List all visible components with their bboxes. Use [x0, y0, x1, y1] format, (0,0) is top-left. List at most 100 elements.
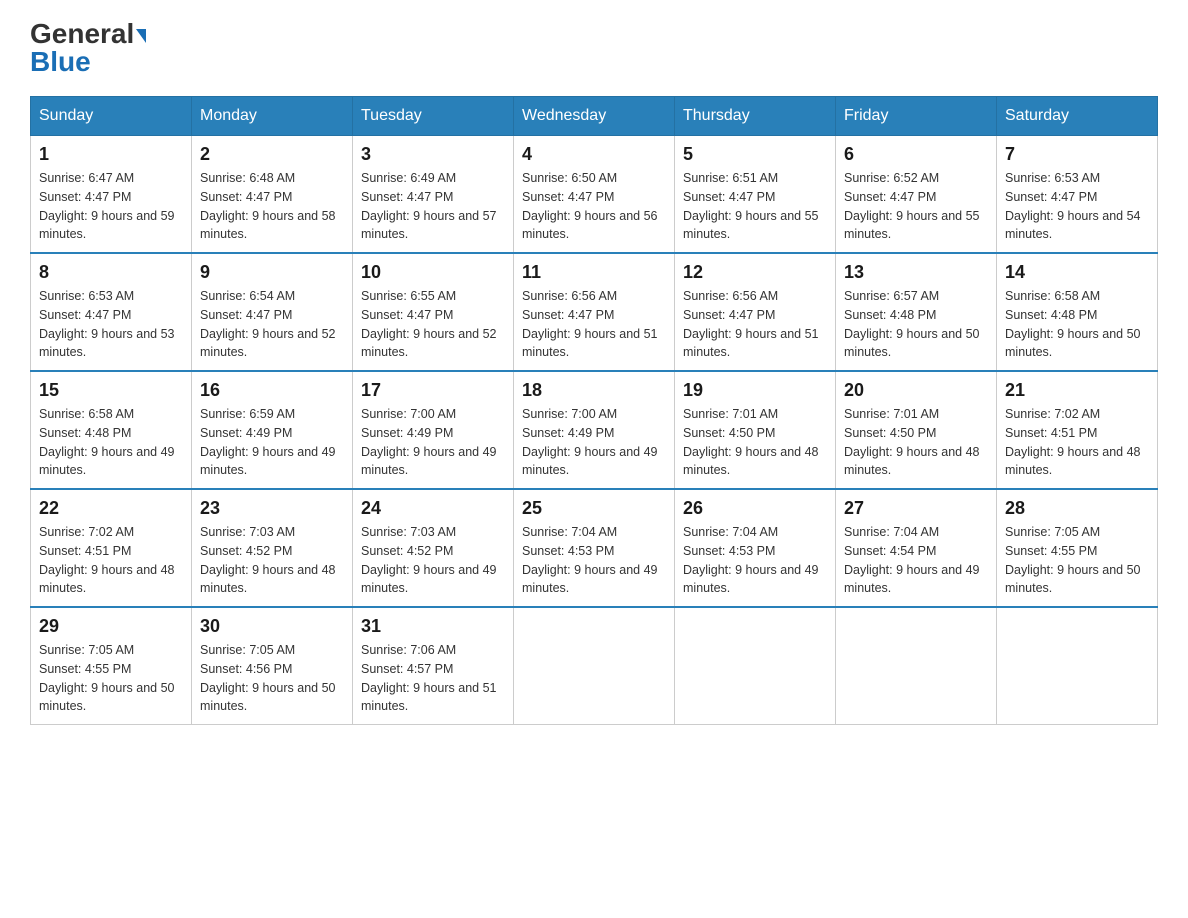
- day-of-week-header: Wednesday: [514, 97, 675, 136]
- calendar-cell: 8 Sunrise: 6:53 AM Sunset: 4:47 PM Dayli…: [31, 253, 192, 371]
- day-number: 29: [39, 616, 183, 637]
- day-number: 4: [522, 144, 666, 165]
- calendar-cell: 24 Sunrise: 7:03 AM Sunset: 4:52 PM Dayl…: [353, 489, 514, 607]
- calendar-cell: 14 Sunrise: 6:58 AM Sunset: 4:48 PM Dayl…: [997, 253, 1158, 371]
- calendar-header-row: SundayMondayTuesdayWednesdayThursdayFrid…: [31, 97, 1158, 136]
- day-info: Sunrise: 6:51 AM Sunset: 4:47 PM Dayligh…: [683, 169, 827, 244]
- calendar-cell: [997, 607, 1158, 725]
- calendar-table: SundayMondayTuesdayWednesdayThursdayFrid…: [30, 96, 1158, 725]
- calendar-cell: 4 Sunrise: 6:50 AM Sunset: 4:47 PM Dayli…: [514, 136, 675, 254]
- page-header: General Blue: [30, 20, 1158, 76]
- day-number: 5: [683, 144, 827, 165]
- day-info: Sunrise: 6:59 AM Sunset: 4:49 PM Dayligh…: [200, 405, 344, 480]
- day-number: 12: [683, 262, 827, 283]
- calendar-cell: 15 Sunrise: 6:58 AM Sunset: 4:48 PM Dayl…: [31, 371, 192, 489]
- day-number: 15: [39, 380, 183, 401]
- calendar-cell: 31 Sunrise: 7:06 AM Sunset: 4:57 PM Dayl…: [353, 607, 514, 725]
- calendar-cell: 20 Sunrise: 7:01 AM Sunset: 4:50 PM Dayl…: [836, 371, 997, 489]
- calendar-cell: 13 Sunrise: 6:57 AM Sunset: 4:48 PM Dayl…: [836, 253, 997, 371]
- calendar-cell: [675, 607, 836, 725]
- day-number: 3: [361, 144, 505, 165]
- calendar-week-row: 8 Sunrise: 6:53 AM Sunset: 4:47 PM Dayli…: [31, 253, 1158, 371]
- day-info: Sunrise: 7:05 AM Sunset: 4:55 PM Dayligh…: [39, 641, 183, 716]
- day-info: Sunrise: 7:05 AM Sunset: 4:56 PM Dayligh…: [200, 641, 344, 716]
- day-of-week-header: Saturday: [997, 97, 1158, 136]
- day-info: Sunrise: 7:01 AM Sunset: 4:50 PM Dayligh…: [844, 405, 988, 480]
- calendar-cell: 30 Sunrise: 7:05 AM Sunset: 4:56 PM Dayl…: [192, 607, 353, 725]
- day-info: Sunrise: 6:58 AM Sunset: 4:48 PM Dayligh…: [39, 405, 183, 480]
- day-number: 2: [200, 144, 344, 165]
- calendar-cell: 22 Sunrise: 7:02 AM Sunset: 4:51 PM Dayl…: [31, 489, 192, 607]
- day-info: Sunrise: 7:01 AM Sunset: 4:50 PM Dayligh…: [683, 405, 827, 480]
- day-number: 8: [39, 262, 183, 283]
- day-info: Sunrise: 6:53 AM Sunset: 4:47 PM Dayligh…: [1005, 169, 1149, 244]
- calendar-cell: 6 Sunrise: 6:52 AM Sunset: 4:47 PM Dayli…: [836, 136, 997, 254]
- day-of-week-header: Thursday: [675, 97, 836, 136]
- logo-blue-text: Blue: [30, 46, 91, 77]
- day-number: 10: [361, 262, 505, 283]
- day-info: Sunrise: 7:04 AM Sunset: 4:53 PM Dayligh…: [522, 523, 666, 598]
- day-number: 22: [39, 498, 183, 519]
- calendar-cell: [836, 607, 997, 725]
- logo-general-text: General: [30, 18, 134, 49]
- calendar-cell: 10 Sunrise: 6:55 AM Sunset: 4:47 PM Dayl…: [353, 253, 514, 371]
- logo: General Blue: [30, 20, 146, 76]
- day-number: 28: [1005, 498, 1149, 519]
- day-info: Sunrise: 6:56 AM Sunset: 4:47 PM Dayligh…: [683, 287, 827, 362]
- day-number: 13: [844, 262, 988, 283]
- day-info: Sunrise: 6:54 AM Sunset: 4:47 PM Dayligh…: [200, 287, 344, 362]
- day-number: 9: [200, 262, 344, 283]
- day-info: Sunrise: 6:57 AM Sunset: 4:48 PM Dayligh…: [844, 287, 988, 362]
- day-of-week-header: Tuesday: [353, 97, 514, 136]
- day-number: 18: [522, 380, 666, 401]
- day-info: Sunrise: 7:02 AM Sunset: 4:51 PM Dayligh…: [1005, 405, 1149, 480]
- calendar-cell: 3 Sunrise: 6:49 AM Sunset: 4:47 PM Dayli…: [353, 136, 514, 254]
- calendar-week-row: 1 Sunrise: 6:47 AM Sunset: 4:47 PM Dayli…: [31, 136, 1158, 254]
- day-number: 30: [200, 616, 344, 637]
- day-number: 7: [1005, 144, 1149, 165]
- day-number: 24: [361, 498, 505, 519]
- calendar-cell: 26 Sunrise: 7:04 AM Sunset: 4:53 PM Dayl…: [675, 489, 836, 607]
- day-number: 26: [683, 498, 827, 519]
- day-info: Sunrise: 7:00 AM Sunset: 4:49 PM Dayligh…: [361, 405, 505, 480]
- day-number: 31: [361, 616, 505, 637]
- calendar-cell: 12 Sunrise: 6:56 AM Sunset: 4:47 PM Dayl…: [675, 253, 836, 371]
- day-number: 27: [844, 498, 988, 519]
- calendar-cell: 7 Sunrise: 6:53 AM Sunset: 4:47 PM Dayli…: [997, 136, 1158, 254]
- calendar-week-row: 22 Sunrise: 7:02 AM Sunset: 4:51 PM Dayl…: [31, 489, 1158, 607]
- day-number: 11: [522, 262, 666, 283]
- day-number: 19: [683, 380, 827, 401]
- day-number: 17: [361, 380, 505, 401]
- day-info: Sunrise: 7:03 AM Sunset: 4:52 PM Dayligh…: [200, 523, 344, 598]
- calendar-cell: 1 Sunrise: 6:47 AM Sunset: 4:47 PM Dayli…: [31, 136, 192, 254]
- day-info: Sunrise: 6:58 AM Sunset: 4:48 PM Dayligh…: [1005, 287, 1149, 362]
- day-info: Sunrise: 6:56 AM Sunset: 4:47 PM Dayligh…: [522, 287, 666, 362]
- calendar-cell: 5 Sunrise: 6:51 AM Sunset: 4:47 PM Dayli…: [675, 136, 836, 254]
- day-number: 16: [200, 380, 344, 401]
- calendar-cell: 27 Sunrise: 7:04 AM Sunset: 4:54 PM Dayl…: [836, 489, 997, 607]
- day-info: Sunrise: 6:50 AM Sunset: 4:47 PM Dayligh…: [522, 169, 666, 244]
- day-info: Sunrise: 6:55 AM Sunset: 4:47 PM Dayligh…: [361, 287, 505, 362]
- day-of-week-header: Monday: [192, 97, 353, 136]
- day-info: Sunrise: 6:53 AM Sunset: 4:47 PM Dayligh…: [39, 287, 183, 362]
- day-info: Sunrise: 6:47 AM Sunset: 4:47 PM Dayligh…: [39, 169, 183, 244]
- day-info: Sunrise: 7:00 AM Sunset: 4:49 PM Dayligh…: [522, 405, 666, 480]
- day-info: Sunrise: 6:52 AM Sunset: 4:47 PM Dayligh…: [844, 169, 988, 244]
- day-number: 6: [844, 144, 988, 165]
- logo-triangle-icon: [136, 29, 146, 43]
- calendar-cell: 21 Sunrise: 7:02 AM Sunset: 4:51 PM Dayl…: [997, 371, 1158, 489]
- calendar-cell: 18 Sunrise: 7:00 AM Sunset: 4:49 PM Dayl…: [514, 371, 675, 489]
- calendar-cell: 9 Sunrise: 6:54 AM Sunset: 4:47 PM Dayli…: [192, 253, 353, 371]
- day-info: Sunrise: 7:04 AM Sunset: 4:53 PM Dayligh…: [683, 523, 827, 598]
- calendar-cell: 11 Sunrise: 6:56 AM Sunset: 4:47 PM Dayl…: [514, 253, 675, 371]
- calendar-week-row: 15 Sunrise: 6:58 AM Sunset: 4:48 PM Dayl…: [31, 371, 1158, 489]
- day-info: Sunrise: 7:04 AM Sunset: 4:54 PM Dayligh…: [844, 523, 988, 598]
- day-info: Sunrise: 7:02 AM Sunset: 4:51 PM Dayligh…: [39, 523, 183, 598]
- day-info: Sunrise: 6:49 AM Sunset: 4:47 PM Dayligh…: [361, 169, 505, 244]
- calendar-cell: 23 Sunrise: 7:03 AM Sunset: 4:52 PM Dayl…: [192, 489, 353, 607]
- day-info: Sunrise: 7:06 AM Sunset: 4:57 PM Dayligh…: [361, 641, 505, 716]
- day-number: 14: [1005, 262, 1149, 283]
- calendar-cell: 16 Sunrise: 6:59 AM Sunset: 4:49 PM Dayl…: [192, 371, 353, 489]
- day-of-week-header: Sunday: [31, 97, 192, 136]
- day-info: Sunrise: 7:05 AM Sunset: 4:55 PM Dayligh…: [1005, 523, 1149, 598]
